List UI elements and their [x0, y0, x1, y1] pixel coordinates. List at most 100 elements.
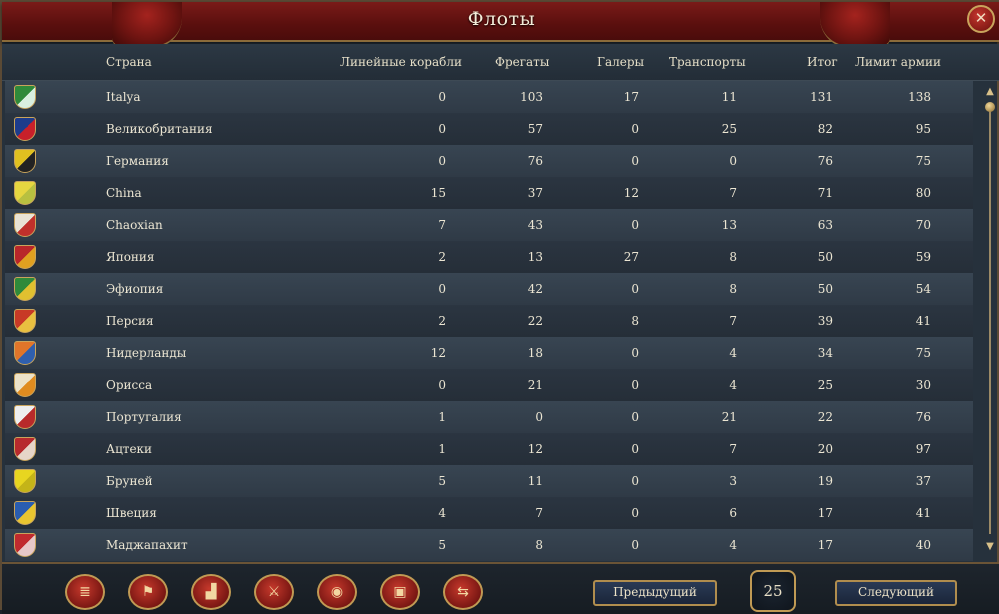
scrollbar[interactable]: ▲ ▼	[984, 86, 996, 556]
heavy-ships-value: 0	[438, 122, 446, 136]
galleys-value: 12	[623, 186, 639, 200]
country-shield-icon	[14, 181, 36, 205]
galleys-value: 0	[631, 410, 639, 424]
table-row[interactable]: Italya 0 103 17 11 131 138	[5, 81, 973, 113]
heavy-ships-value: 12	[430, 346, 446, 360]
next-button[interactable]: Следующий	[835, 580, 957, 606]
economy-tab[interactable]: ◉	[317, 574, 357, 610]
total-value: 25	[817, 378, 833, 392]
buildings-tab[interactable]: ▟	[191, 574, 231, 610]
heavy-ships-value: 0	[438, 282, 446, 296]
table-row[interactable]: Персия 2 22 8 7 39 41	[5, 305, 973, 337]
table-row[interactable]: China 15 37 12 7 71 80	[5, 177, 973, 209]
total-value: 34	[817, 346, 833, 360]
table-row[interactable]: Ацтеки 1 12 0 7 20 97	[5, 433, 973, 465]
total-value: 82	[817, 122, 833, 136]
table-row[interactable]: Эфиопия 0 42 0 8 50 54	[5, 273, 973, 305]
bottom-bar: ≣ ⚑ ▟ ⚔ ◉ ▣ ⇆ Предыдущий 25 Следующий	[2, 562, 999, 614]
transports-value: 4	[729, 346, 737, 360]
force-limit-value: 138	[908, 90, 931, 104]
country-name: Великобритания	[106, 122, 213, 136]
window-title: Флоты	[467, 8, 536, 30]
total-value: 63	[817, 218, 833, 232]
country-shield-icon	[14, 117, 36, 141]
table-row[interactable]: Япония 2 13 27 8 50 59	[5, 241, 973, 273]
heavy-ships-value: 2	[438, 314, 446, 328]
total-value: 50	[817, 250, 833, 264]
force-limit-value: 37	[915, 474, 931, 488]
country-shield-icon	[14, 309, 36, 333]
scroll-up-icon[interactable]: ▲	[984, 86, 996, 98]
table-row[interactable]: Нидерланды 12 18 0 4 34 75	[5, 337, 973, 369]
previous-button[interactable]: Предыдущий	[593, 580, 717, 606]
diplomacy-tab[interactable]: ⇆	[443, 574, 483, 610]
frigates-value: 21	[527, 378, 543, 392]
total-value: 76	[817, 154, 833, 168]
col-force-limit[interactable]: Лимит армии	[855, 55, 941, 69]
galleys-value: 0	[631, 538, 639, 552]
col-frigates[interactable]: Фрегаты	[495, 55, 549, 69]
force-limit-value: 75	[915, 154, 931, 168]
galleys-value: 0	[631, 154, 639, 168]
table-row[interactable]: Бруней 5 11 0 3 19 37	[5, 465, 973, 497]
transports-value: 21	[721, 410, 737, 424]
army-tab[interactable]: ⚑	[128, 574, 168, 610]
country-name: China	[106, 186, 142, 200]
handshake-icon: ⇆	[457, 584, 469, 600]
table-row[interactable]: Германия 0 76 0 0 76 75	[5, 145, 973, 177]
heavy-ships-value: 15	[430, 186, 446, 200]
col-total[interactable]: Итог	[807, 55, 838, 69]
col-galleys[interactable]: Галеры	[597, 55, 644, 69]
swords-icon: ⚔	[267, 584, 281, 600]
country-name: Орисса	[106, 378, 153, 392]
transports-value: 7	[729, 186, 737, 200]
heavy-ships-value: 5	[438, 538, 446, 552]
heavy-ships-value: 5	[438, 474, 446, 488]
frigates-value: 103	[520, 90, 543, 104]
total-value: 20	[817, 442, 833, 456]
transports-value: 4	[729, 378, 737, 392]
table-row[interactable]: Маджапахит 5 8 0 4 17 40	[5, 529, 973, 561]
transports-value: 8	[729, 250, 737, 264]
table-row[interactable]: Швеция 4 7 0 6 17 41	[5, 497, 973, 529]
total-value: 19	[817, 474, 833, 488]
frigates-value: 12	[527, 442, 543, 456]
coins-icon: ◉	[330, 584, 344, 600]
table-row[interactable]: Chaoxian 7 43 0 13 63 70	[5, 209, 973, 241]
close-icon[interactable]: ✕	[967, 5, 995, 33]
total-value: 50	[817, 282, 833, 296]
country-name: Бруней	[106, 474, 153, 488]
col-transports[interactable]: Транспорты	[669, 55, 746, 69]
transports-value: 6	[729, 506, 737, 520]
table-row[interactable]: Португалия 1 0 0 21 22 76	[5, 401, 973, 433]
heavy-ships-value: 1	[438, 442, 446, 456]
galleys-value: 0	[631, 218, 639, 232]
title-bar: Флоты ✕	[2, 2, 999, 48]
galleys-value: 27	[623, 250, 639, 264]
transports-value: 13	[721, 218, 737, 232]
scroll-down-icon[interactable]: ▼	[984, 541, 996, 553]
flag-icon: ⚑	[141, 584, 155, 600]
heavy-ships-value: 2	[438, 250, 446, 264]
table-row[interactable]: Великобритания 0 57 0 25 82 95	[5, 113, 973, 145]
transports-value: 4	[729, 538, 737, 552]
fleets-table: Italya 0 103 17 11 131 138 Великобритания 0 57 0 25…	[5, 81, 973, 561]
scroll-track[interactable]	[989, 104, 991, 534]
country-shield-icon	[14, 85, 36, 109]
scroll-thumb[interactable]	[985, 102, 995, 112]
frigates-value: 37	[527, 186, 543, 200]
transports-value: 7	[729, 314, 737, 328]
heavy-ships-value: 4	[438, 506, 446, 520]
col-heavy-ships[interactable]: Линейные корабли	[340, 55, 462, 69]
trade-tab[interactable]: ▣	[380, 574, 420, 610]
ledger-tab[interactable]: ≣	[65, 574, 105, 610]
table-row[interactable]: Орисса 0 21 0 4 25 30	[5, 369, 973, 401]
heavy-ships-value: 7	[438, 218, 446, 232]
frigates-value: 7	[535, 506, 543, 520]
military-tab[interactable]: ⚔	[254, 574, 294, 610]
frigates-value: 18	[527, 346, 543, 360]
force-limit-value: 80	[915, 186, 931, 200]
col-country[interactable]: Страна	[106, 55, 152, 69]
frigates-value: 13	[527, 250, 543, 264]
table-header: Страна Линейные корабли Фрегаты Галеры Т…	[2, 44, 999, 81]
